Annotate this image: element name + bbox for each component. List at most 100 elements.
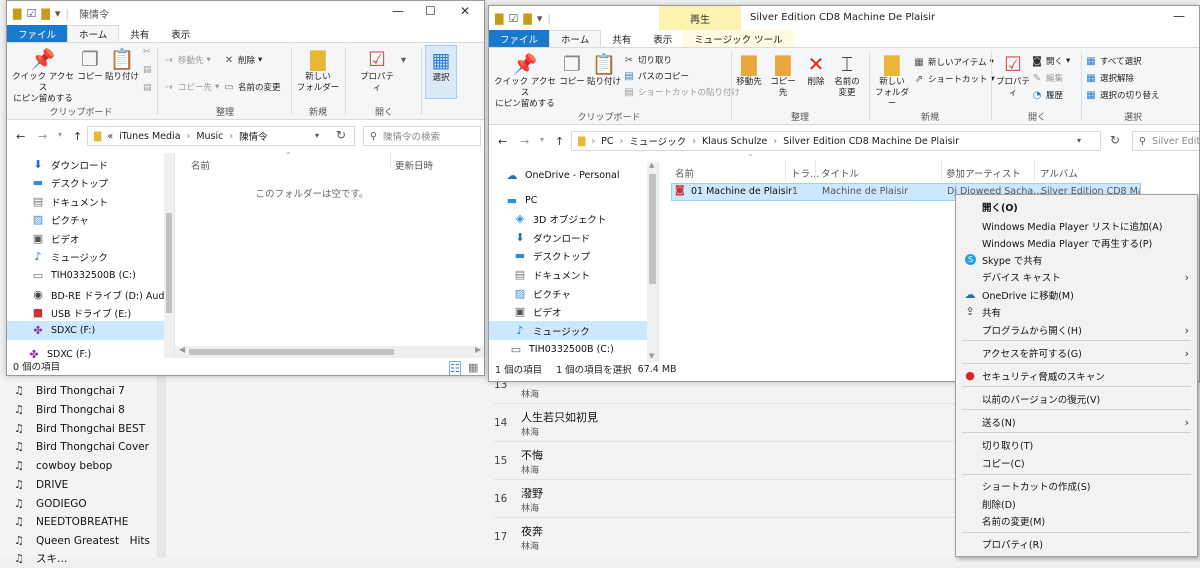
refresh-icon[interactable]: ↻ xyxy=(336,128,346,142)
nav-item-pictures[interactable]: ▨ ピクチャ xyxy=(513,284,571,303)
nav-item-desktop[interactable]: ▬ デスクトップ xyxy=(513,246,590,265)
new-item-button[interactable]: ▦新しいアイテム▾ xyxy=(913,55,994,69)
properties-qat-icon[interactable]: ☑ xyxy=(26,7,36,20)
pin-quick-access-button[interactable]: 📌 クイック アクセス にピン留めする xyxy=(11,46,75,105)
tab-file[interactable]: ファイル xyxy=(7,25,68,42)
column-header-album[interactable]: アルバム xyxy=(1040,166,1078,180)
playlist-item[interactable]: ♫ スキ… xyxy=(14,549,68,568)
nav-item-videos[interactable]: ▣ ビデオ xyxy=(31,229,80,248)
select-none-button[interactable]: ▦ 選択解除 xyxy=(1085,71,1134,85)
copy-to-button[interactable]: ⇢ コピー先 ▾ xyxy=(163,80,220,94)
tab-share[interactable]: 共有 xyxy=(601,30,642,47)
menu-item-skype-share[interactable]: S Skype で共有 xyxy=(956,251,1197,269)
nav-item-desktop[interactable]: ▬ デスクトップ xyxy=(31,173,108,192)
scroll-thumb[interactable] xyxy=(649,174,656,284)
copy-to-button[interactable]: ▇ コピー先 xyxy=(767,51,799,99)
paste-button[interactable]: 📋 貼り付け xyxy=(587,51,621,88)
address-bar[interactable]: ▇ › PC › ミュージック › Klaus Schulze › Silver… xyxy=(571,131,1101,151)
column-header-name[interactable]: 名前 xyxy=(675,166,694,180)
tab-view[interactable]: 表示 xyxy=(642,30,683,47)
playlist-item[interactable]: ♫ Bird Thongchai BEST xyxy=(14,419,145,438)
paste-shortcut-button[interactable]: ▤ ショートカットの貼り付け xyxy=(623,85,740,99)
breadcrumb-overflow[interactable]: « xyxy=(107,131,113,142)
menu-item-cut[interactable]: 切り取り(T) xyxy=(956,436,1197,454)
details-view-icon[interactable]: ☷ xyxy=(449,361,461,375)
up-arrow-icon[interactable]: ↑ xyxy=(555,135,564,148)
column-header-artist[interactable]: 参加アーティスト xyxy=(946,166,1021,180)
menu-item-rename[interactable]: 名前の変更(M) xyxy=(956,512,1197,530)
back-arrow-icon[interactable]: ← xyxy=(498,135,507,148)
nav-item-3d-objects[interactable]: ◈ 3D オブジェクト xyxy=(513,209,607,228)
breadcrumb-current[interactable]: Silver Edition CD8 Machine De Plaisir xyxy=(783,136,959,147)
new-folder-button[interactable]: ▇ 新しい フォルダー xyxy=(295,46,341,94)
scroll-right-icon[interactable]: ▶ xyxy=(475,345,481,354)
select-button[interactable]: ▦ 選択 xyxy=(425,45,457,99)
search-input[interactable]: ⚲ Silver Editio xyxy=(1132,131,1199,151)
scroll-up-icon[interactable]: ▲ xyxy=(649,161,654,169)
track-row[interactable]: 16 潑野 林海 xyxy=(494,480,964,518)
cut-icon[interactable]: ✂ xyxy=(143,47,151,57)
tab-home[interactable]: ホーム xyxy=(549,30,602,47)
dropdown-icon[interactable]: ▾ xyxy=(401,55,406,66)
forward-arrow-icon[interactable]: → xyxy=(520,135,529,148)
move-to-button[interactable]: ▇ 移動先 xyxy=(733,51,765,88)
cut-button[interactable]: ✂ 切り取り xyxy=(623,53,672,67)
nav-item-pictures[interactable]: ▨ ピクチャ xyxy=(31,210,89,229)
copy-button[interactable]: ❐ コピー xyxy=(559,51,585,88)
menu-item-delete[interactable]: 削除(D) xyxy=(956,495,1197,513)
large-icons-view-icon[interactable]: ▦ xyxy=(468,361,478,374)
playlist-item[interactable]: ♫ Bird Thongchai 7 xyxy=(14,381,125,400)
tab-view[interactable]: 表示 xyxy=(160,25,201,42)
close-icon[interactable]: ✕ xyxy=(460,4,470,18)
delete-button[interactable]: ✕ 削除 xyxy=(803,51,829,88)
nav-item-downloads[interactable]: ⬇ ダウンロード xyxy=(31,155,108,174)
nav-item-music[interactable]: ♪ ミュージック xyxy=(489,321,647,340)
breadcrumb-artist[interactable]: Klaus Schulze xyxy=(702,136,767,147)
playlist-item[interactable]: ♫ DRIVE xyxy=(14,475,68,494)
breadcrumb-pc[interactable]: PC xyxy=(601,136,613,147)
history-button[interactable]: ◔ 履歴 xyxy=(1031,88,1063,102)
move-to-button[interactable]: ⇢ 移動先 ▾ xyxy=(163,53,211,67)
copy-path-icon[interactable]: ▤ xyxy=(143,65,152,75)
recent-dropdown-icon[interactable]: ▾ xyxy=(540,135,544,144)
refresh-icon[interactable]: ↻ xyxy=(1110,133,1120,147)
recent-dropdown-icon[interactable]: ▾ xyxy=(58,130,62,139)
column-header-name[interactable]: 名前 xyxy=(191,158,210,172)
maximize-icon[interactable]: ☐ xyxy=(425,4,436,18)
scroll-thumb[interactable] xyxy=(189,349,394,355)
tab-music-tools[interactable]: ミュージック ツール xyxy=(683,30,794,47)
properties-button[interactable]: ☑ プロパティ xyxy=(993,51,1033,99)
rename-button[interactable]: ▭ 名前の変更 xyxy=(223,80,280,94)
delete-button[interactable]: ✕ 削除 ▾ xyxy=(223,53,263,67)
nav-item-drive-e[interactable]: ■ USB ドライブ (E:) xyxy=(31,303,131,322)
playlist-item[interactable]: ♫ GODIEGO xyxy=(14,494,87,513)
nav-item-drive-c[interactable]: ▭ TIH0332500B (C:) xyxy=(31,266,136,285)
open-button[interactable]: ◙ 開く ▾ xyxy=(1031,54,1070,68)
nav-scrollbar[interactable] xyxy=(164,153,174,358)
search-input[interactable]: ⚲ 陳情令の検索 xyxy=(363,126,481,146)
scroll-left-icon[interactable]: ◀ xyxy=(179,345,185,354)
scroll-thumb[interactable] xyxy=(166,213,172,313)
minimize-icon[interactable]: — xyxy=(1173,9,1185,23)
menu-item-copy[interactable]: コピー(C) xyxy=(956,454,1197,472)
nav-item-drive-d[interactable]: ◉ BD-RE ドライブ (D:) Audio CD xyxy=(31,285,164,304)
menu-item-security-scan[interactable]: ● セキュリティ脅威のスキャン xyxy=(956,367,1197,385)
column-header-title[interactable]: タイトル xyxy=(821,166,859,180)
forward-arrow-icon[interactable]: → xyxy=(38,130,47,143)
menu-item-wmp-play[interactable]: Windows Media Player で再生する(P) xyxy=(956,234,1197,252)
column-header-modified[interactable]: 更新日時 xyxy=(395,158,433,172)
nav-scrollbar[interactable]: ▲ ▼ xyxy=(647,161,658,362)
tab-share[interactable]: 共有 xyxy=(119,25,160,42)
pin-quick-access-button[interactable]: 📌 クイック アクセス にピン留めする xyxy=(493,51,557,110)
qat-dropdown-icon[interactable]: ▾ xyxy=(55,7,61,20)
breadcrumb-music[interactable]: Music xyxy=(196,131,223,142)
nav-item-drive-f[interactable]: ✤ SDXC (F:) xyxy=(7,321,164,340)
nav-item-documents[interactable]: ▤ ドキュメント xyxy=(31,192,108,211)
track-row[interactable]: 17 夜奔 林海 xyxy=(494,518,964,556)
breadcrumb-music[interactable]: ミュージック xyxy=(629,134,686,148)
nav-item-onedrive[interactable]: ☁ OneDrive - Personal xyxy=(505,166,620,185)
properties-button[interactable]: ☑ プロパティ xyxy=(357,46,397,94)
new-folder-button[interactable]: ▇ 新しい フォルダー xyxy=(873,51,911,110)
copy-button[interactable]: ❐ コピー xyxy=(77,46,103,83)
qat-dropdown-icon[interactable]: ▾ xyxy=(537,12,543,25)
